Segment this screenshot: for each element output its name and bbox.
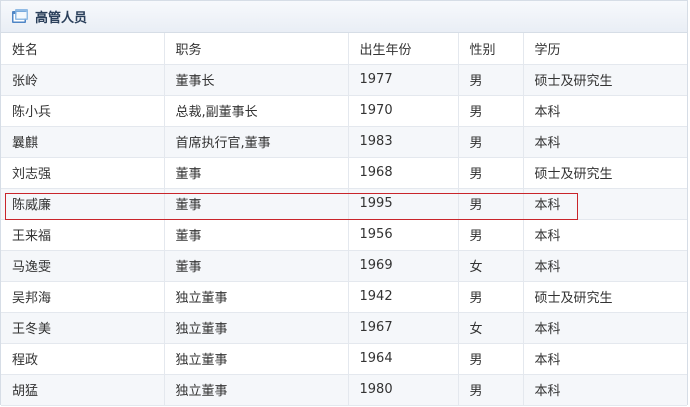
cell-name: 王来福 [1,219,165,251]
table-row[interactable]: 王来福 董事 1956 男 本科 [1,219,687,251]
cell-birth-year: 1942 [348,281,459,313]
cell-education: 本科 [523,250,687,282]
cell-education: 本科 [523,312,687,344]
panel-header: 高管人员 [1,1,687,33]
cell-name: 张岭 [1,64,165,96]
cell-position: 董事 [164,157,349,189]
cell-birth-year: 1983 [348,126,459,158]
table-row-highlighted[interactable]: 陈威廉 董事 1995 男 本科 [1,188,687,220]
cell-gender: 男 [458,343,524,375]
cell-gender: 男 [458,95,524,127]
cell-birth-year: 1995 [348,188,459,220]
cell-position: 独立董事 [164,343,349,375]
cell-education: 本科 [523,343,687,375]
header-gender[interactable]: 性别 [458,33,524,65]
cell-position: 独立董事 [164,312,349,344]
cell-gender: 男 [458,219,524,251]
cell-birth-year: 1969 [348,250,459,282]
table-row[interactable]: 张岭 董事长 1977 男 硕士及研究生 [1,64,687,96]
table-row[interactable]: 马逸雯 董事 1969 女 本科 [1,250,687,282]
cell-birth-year: 1968 [348,157,459,189]
cell-education: 本科 [523,95,687,127]
cell-position: 首席执行官,董事 [164,126,349,158]
cell-position: 独立董事 [164,281,349,313]
table-header-row: 姓名 职务 出生年份 性别 学历 [1,33,687,65]
cell-education: 本科 [523,126,687,158]
cell-name: 马逸雯 [1,250,165,282]
window-icon [11,8,29,26]
table-row[interactable]: 刘志强 董事 1968 男 硕士及研究生 [1,157,687,189]
cell-education: 硕士及研究生 [523,64,687,96]
cell-gender: 男 [458,157,524,189]
cell-name: 胡猛 [1,374,165,406]
cell-name: 程政 [1,343,165,375]
cell-education: 本科 [523,188,687,220]
cell-position: 总裁,副董事长 [164,95,349,127]
cell-birth-year: 1964 [348,343,459,375]
table-row[interactable]: 陈小兵 总裁,副董事长 1970 男 本科 [1,95,687,127]
cell-gender: 男 [458,64,524,96]
cell-birth-year: 1967 [348,312,459,344]
cell-birth-year: 1970 [348,95,459,127]
cell-education: 本科 [523,219,687,251]
cell-birth-year: 1956 [348,219,459,251]
table-row[interactable]: 吴邦海 独立董事 1942 男 硕士及研究生 [1,281,687,313]
cell-name: 曩麒 [1,126,165,158]
table-row[interactable]: 程政 独立董事 1964 男 本科 [1,343,687,375]
cell-gender: 男 [458,281,524,313]
cell-gender: 男 [458,188,524,220]
cell-name: 吴邦海 [1,281,165,313]
cell-position: 独立董事 [164,374,349,406]
executives-panel: 高管人员 姓名 职务 出生年份 性别 学历 张岭 董事长 1977 男 硕士及研… [0,0,688,406]
table-row[interactable]: 王冬美 独立董事 1967 女 本科 [1,312,687,344]
cell-position: 董事 [164,219,349,251]
cell-position: 董事 [164,188,349,220]
cell-birth-year: 1977 [348,64,459,96]
cell-name: 王冬美 [1,312,165,344]
cell-gender: 男 [458,126,524,158]
header-education[interactable]: 学历 [523,33,687,65]
header-position[interactable]: 职务 [164,33,349,65]
table-row[interactable]: 曩麒 首席执行官,董事 1983 男 本科 [1,126,687,158]
executives-table: 姓名 职务 出生年份 性别 学历 张岭 董事长 1977 男 硕士及研究生 陈小… [1,33,687,406]
header-name[interactable]: 姓名 [1,33,165,65]
header-birth-year[interactable]: 出生年份 [348,33,459,65]
cell-education: 本科 [523,374,687,406]
cell-gender: 男 [458,374,524,406]
cell-birth-year: 1980 [348,374,459,406]
cell-gender: 女 [458,312,524,344]
cell-education: 硕士及研究生 [523,281,687,313]
cell-name: 陈小兵 [1,95,165,127]
table-row[interactable]: 胡猛 独立董事 1980 男 本科 [1,374,687,406]
cell-position: 董事 [164,250,349,282]
cell-position: 董事长 [164,64,349,96]
cell-education: 硕士及研究生 [523,157,687,189]
cell-gender: 女 [458,250,524,282]
cell-name: 刘志强 [1,157,165,189]
panel-title: 高管人员 [35,11,88,26]
cell-name: 陈威廉 [1,188,165,220]
